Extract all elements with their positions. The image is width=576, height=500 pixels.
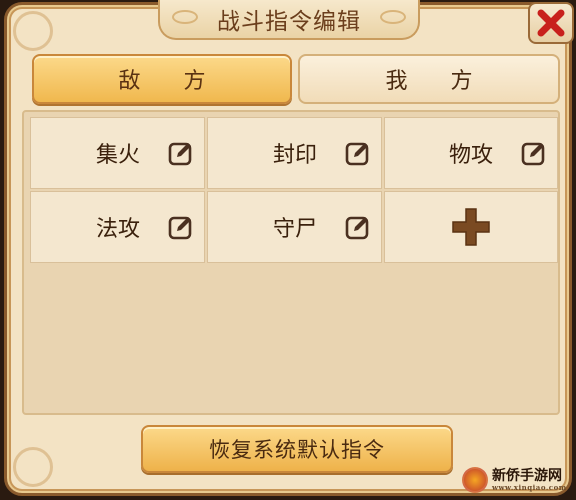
command-slot-wugong[interactable]: 物攻	[384, 117, 558, 189]
command-label: 守尸	[272, 217, 317, 242]
command-label: 法攻	[95, 217, 140, 242]
close-icon	[537, 9, 565, 37]
command-slot-fagong[interactable]: 法攻	[30, 191, 205, 263]
swirl-ornament	[380, 10, 406, 24]
command-label: 物攻	[448, 143, 493, 168]
add-icon	[452, 208, 490, 246]
edit-icon[interactable]	[345, 140, 371, 166]
restore-default-button[interactable]: 恢复系统默认指令	[141, 425, 453, 473]
swirl-ornament	[172, 10, 198, 24]
corner-ornament	[13, 447, 53, 487]
tab-enemy-label: 敌 方	[118, 69, 224, 94]
watermark: 新侨手游网 www.xinqiao.com	[462, 462, 570, 498]
watermark-logo-icon	[462, 467, 488, 493]
edit-icon[interactable]	[168, 214, 194, 240]
close-button[interactable]	[528, 2, 574, 44]
tab-enemy[interactable]: 敌 方	[32, 54, 292, 104]
edit-icon[interactable]	[168, 140, 194, 166]
add-command-slot[interactable]	[384, 191, 558, 263]
edit-icon[interactable]	[521, 140, 547, 166]
command-label: 集火	[95, 143, 140, 168]
watermark-url: www.xinqiao.com	[492, 482, 567, 492]
command-label: 封印	[272, 143, 317, 168]
page-title: 战斗指令编辑	[217, 9, 361, 35]
restore-default-label: 恢复系统默认指令	[209, 438, 385, 462]
command-slot-jihuo[interactable]: 集火	[30, 117, 205, 189]
command-slot-fengyin[interactable]: 封印	[207, 117, 382, 189]
command-slot-shoushi[interactable]: 守尸	[207, 191, 382, 263]
tab-ally-label: 我 方	[385, 69, 491, 94]
command-grid: 集火 封印 物攻 法攻 守尸	[30, 117, 560, 263]
corner-ornament	[13, 11, 53, 51]
watermark-name: 新侨手游网	[492, 467, 562, 484]
title-plate: 战斗指令编辑	[158, 0, 420, 40]
tab-ally[interactable]: 我 方	[298, 54, 560, 104]
edit-icon[interactable]	[345, 214, 371, 240]
